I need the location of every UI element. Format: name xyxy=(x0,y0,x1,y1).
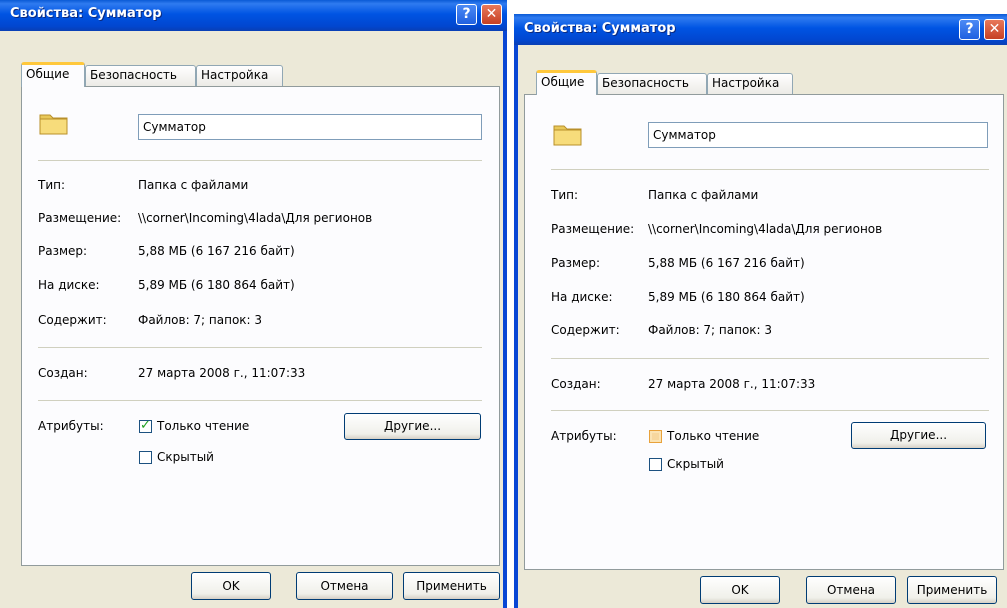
disk-size-value: 5,89 МБ (6 180 864 байт) xyxy=(138,278,295,292)
ok-button[interactable]: OK xyxy=(700,576,780,604)
properties-dialog-left: Свойства: Сумматор ? ✕ Общие Безопасност… xyxy=(0,0,507,608)
contains-value: Файлов: 7; папок: 3 xyxy=(138,313,263,327)
close-button[interactable]: ✕ xyxy=(481,4,502,25)
tab-general[interactable]: Общие xyxy=(21,62,85,87)
hidden-label[interactable]: Скрытый xyxy=(667,457,724,471)
window-title: Свойства: Сумматор xyxy=(524,21,676,36)
size-label: Размер: xyxy=(38,244,88,258)
folder-name-input[interactable]: Сумматор xyxy=(648,122,988,148)
location-label: Размещение: xyxy=(551,222,635,236)
type-value: Папка с файлами xyxy=(138,178,249,192)
tab-security[interactable]: Безопасность xyxy=(597,73,707,94)
contains-value: Файлов: 7; папок: 3 xyxy=(648,323,773,337)
help-button[interactable]: ? xyxy=(456,4,477,25)
folder-icon xyxy=(39,114,68,135)
separator xyxy=(38,400,482,401)
hidden-checkbox[interactable] xyxy=(649,458,662,471)
properties-dialog-right: Свойства: Сумматор ? ✕ Общие Безопасност… xyxy=(514,14,1007,608)
type-value: Папка с файлами xyxy=(648,188,759,202)
apply-button[interactable]: Применить xyxy=(403,572,500,600)
readonly-checkbox[interactable] xyxy=(649,430,662,443)
readonly-label[interactable]: Только чтение xyxy=(667,429,759,443)
readonly-label[interactable]: Только чтение xyxy=(157,419,249,433)
location-value: \\corner\Incoming\4lada\Для регионов xyxy=(648,222,883,236)
separator xyxy=(551,169,989,170)
created-label: Создан: xyxy=(551,377,601,391)
tab-panel: Сумматор Тип: Папка с файлами Размещение… xyxy=(524,94,1004,570)
created-label: Создан: xyxy=(38,366,88,380)
size-label: Размер: xyxy=(551,256,601,270)
title-bar[interactable]: Свойства: Сумматор ? ✕ xyxy=(514,14,1007,45)
created-value: 27 марта 2008 г., 11:07:33 xyxy=(138,366,306,380)
help-button[interactable]: ? xyxy=(959,19,980,40)
location-label: Размещение: xyxy=(38,211,122,225)
hidden-checkbox[interactable] xyxy=(139,451,152,464)
folder-name-input[interactable]: Сумматор xyxy=(138,114,482,140)
close-button[interactable]: ✕ xyxy=(984,19,1005,40)
attributes-label: Атрибуты: xyxy=(551,429,617,443)
tab-panel: Сумматор Тип: Папка с файлами Размещение… xyxy=(21,86,500,566)
location-value: \\corner\Incoming\4lada\Для регионов xyxy=(138,211,373,225)
tab-settings[interactable]: Настройка xyxy=(196,65,283,86)
tab-settings[interactable]: Настройка xyxy=(707,73,793,94)
disk-size-label: На диске: xyxy=(38,278,100,292)
tab-general[interactable]: Общие xyxy=(536,70,597,95)
type-label: Тип: xyxy=(38,178,66,192)
contains-label: Содержит: xyxy=(38,313,107,327)
separator xyxy=(38,347,482,348)
title-bar[interactable]: Свойства: Сумматор ? ✕ xyxy=(0,0,507,31)
separator xyxy=(38,160,482,161)
ok-button[interactable]: OK xyxy=(191,572,271,600)
window-border xyxy=(514,45,518,608)
readonly-checkbox[interactable] xyxy=(139,418,152,433)
separator xyxy=(551,410,989,411)
contains-label: Содержит: xyxy=(551,323,620,337)
size-value: 5,88 МБ (6 167 216 байт) xyxy=(648,256,805,270)
advanced-attributes-button[interactable]: Другие... xyxy=(851,422,986,449)
separator xyxy=(551,358,989,359)
hidden-label[interactable]: Скрытый xyxy=(157,450,214,464)
attributes-label: Атрибуты: xyxy=(38,419,104,433)
cancel-button[interactable]: Отмена xyxy=(806,576,896,604)
folder-icon xyxy=(553,125,582,146)
type-label: Тип: xyxy=(551,188,579,202)
tab-security[interactable]: Безопасность xyxy=(85,65,196,86)
size-value: 5,88 МБ (6 167 216 байт) xyxy=(138,244,295,258)
disk-size-value: 5,89 МБ (6 180 864 байт) xyxy=(648,290,805,304)
window-title: Свойства: Сумматор xyxy=(10,6,162,21)
cancel-button[interactable]: Отмена xyxy=(296,572,393,600)
created-value: 27 марта 2008 г., 11:07:33 xyxy=(648,377,816,391)
apply-button[interactable]: Применить xyxy=(907,576,997,604)
disk-size-label: На диске: xyxy=(551,290,613,304)
advanced-attributes-button[interactable]: Другие... xyxy=(344,413,481,440)
window-border xyxy=(503,31,507,608)
